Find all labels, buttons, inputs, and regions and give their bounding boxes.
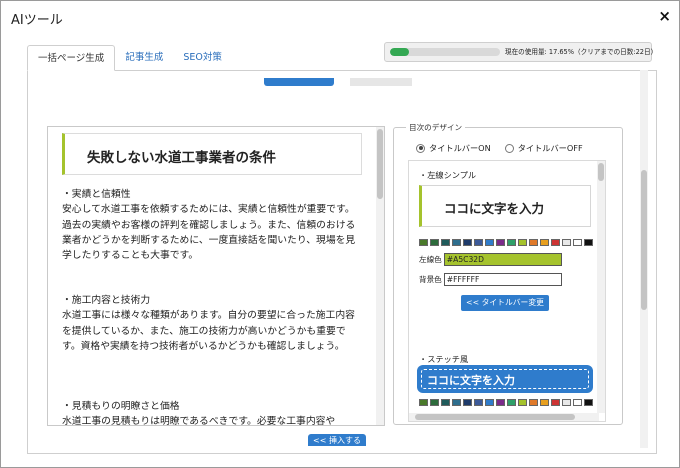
color-swatch-15[interactable] [573, 399, 582, 406]
color-swatch-11[interactable] [529, 399, 538, 406]
radio-label: タイトルバーOFF [517, 143, 583, 153]
color-swatch-5[interactable] [463, 239, 472, 246]
article-section-1: ・実績と信頼性 安心して水道工事を依頼するためには、実績と信頼性が重要です。過去… [62, 187, 358, 263]
color-swatch-2[interactable] [430, 399, 439, 406]
panel-scrollbar[interactable] [640, 70, 648, 448]
article-section-2: ・施工内容と技術力 水道工事には様々な種類があります。自分の要望に合った施工内容… [62, 293, 358, 354]
line-color-input[interactable]: #A5C32D [443, 253, 562, 266]
close-icon[interactable]: × [658, 7, 671, 25]
color-swatch-13[interactable] [551, 399, 560, 406]
color-swatch-7[interactable] [485, 399, 494, 406]
style-preview-stitch[interactable]: ココに文字を入力 [419, 367, 591, 391]
section-body: 水道工事の見積もりは明瞭であるべきです。必要な工事内容や [62, 416, 336, 426]
color-swatch-4[interactable] [452, 239, 461, 246]
style-label-left-line: ・左線シンプル [419, 170, 477, 180]
color-swatch-6[interactable] [474, 399, 483, 406]
secondary-button-partial[interactable] [350, 78, 412, 86]
color-swatch-12[interactable] [540, 399, 549, 406]
color-swatch-5[interactable] [463, 399, 472, 406]
titlebar-change-button[interactable]: << タイトルバー変更 [461, 295, 549, 311]
section-heading: ・施工内容と技術力 [62, 295, 151, 306]
panel-scrollbar-thumb[interactable] [641, 170, 647, 310]
article-editor[interactable]: 失敗しない水道工事業者の条件 ・実績と信頼性 安心して水道工事を依頼するためには… [47, 126, 385, 426]
article-scrollbar-thumb[interactable] [377, 129, 383, 199]
bg-color-row: 背景色 #FFFFFF [419, 273, 562, 286]
color-swatch-3[interactable] [441, 239, 450, 246]
tab-bar: 一括ページ生成 記事生成 SEO対策 [27, 45, 232, 71]
toc-design-fieldset: 目次のデザイン タイトルバーON タイトルバーOFF ・左線シンプル ココに文字… [393, 122, 623, 425]
insert-button[interactable]: << 挿入する [308, 434, 366, 446]
line-color-label: 左線色 [419, 255, 442, 264]
color-swatch-16[interactable] [584, 239, 593, 246]
window-title: AIツール [11, 13, 63, 28]
color-swatch-8[interactable] [496, 239, 505, 246]
usage-meter: 現在の使用量: 17.65%（クリアまでの日数:22日） [384, 42, 657, 62]
ai-tool-window: AIツール × 現在の使用量: 17.65%（クリアまでの日数:22日） 一括ペ… [0, 0, 680, 468]
color-swatch-14[interactable] [562, 239, 571, 246]
color-swatch-row [419, 399, 593, 406]
color-swatch-6[interactable] [474, 239, 483, 246]
section-body: 安心して水道工事を依頼するためには、実績と信頼性が重要です。過去の実績やお客様の… [62, 204, 356, 262]
color-swatch-12[interactable] [540, 239, 549, 246]
style-list-vscrollbar-thumb[interactable] [598, 163, 604, 181]
usage-text: 現在の使用量: 17.65%（クリアまでの日数:22日） [505, 48, 658, 56]
design-style-list: ・左線シンプル ココに文字を入力 左線色 #A5C32D 背景色 #FFFFFF… [408, 160, 606, 422]
radio-titlebar-on[interactable]: タイトルバーON [416, 142, 491, 154]
radio-unselected-icon[interactable] [504, 143, 514, 153]
color-swatch-2[interactable] [430, 239, 439, 246]
section-heading: ・見積もりの明瞭さと価格 [62, 401, 180, 412]
titlebar-radio-group: タイトルバーON タイトルバーOFF [416, 142, 583, 154]
article-title: 失敗しない水道工事業者の条件 [87, 150, 276, 166]
preview-text: ココに文字を入力 [427, 374, 515, 387]
color-swatch-10[interactable] [518, 239, 527, 246]
color-swatch-1[interactable] [419, 399, 428, 406]
article-scrollbar[interactable] [376, 127, 384, 425]
style-list-hscrollbar-thumb[interactable] [415, 414, 575, 420]
color-swatch-10[interactable] [518, 399, 527, 406]
color-swatch-row [419, 239, 593, 246]
style-label-stitch: ・ステッチ風 [419, 354, 469, 364]
radio-titlebar-off[interactable]: タイトルバーOFF [504, 142, 583, 154]
toc-design-legend: 目次のデザイン [406, 122, 466, 133]
color-swatch-9[interactable] [507, 239, 516, 246]
tab-bulk-page-generation[interactable]: 一括ページ生成 [27, 45, 116, 71]
section-body: 水道工事には様々な種類があります。自分の要望に合った施工内容を提供しているか、ま… [62, 310, 355, 352]
bg-color-label: 背景色 [419, 275, 442, 284]
color-swatch-11[interactable] [529, 239, 538, 246]
usage-progress-fill [390, 48, 410, 56]
style-preview-left-line[interactable]: ココに文字を入力 [419, 185, 591, 227]
article-section-3: ・見積もりの明瞭さと価格 水道工事の見積もりは明瞭であるべきです。必要な工事内容… [62, 399, 358, 426]
article-title-box: 失敗しない水道工事業者の条件 [62, 133, 362, 175]
color-swatch-13[interactable] [551, 239, 560, 246]
color-swatch-14[interactable] [562, 399, 571, 406]
style-list-vscrollbar[interactable] [597, 161, 605, 413]
color-swatch-1[interactable] [419, 239, 428, 246]
usage-progress-bar [390, 48, 500, 56]
tab-seo[interactable]: SEO対策 [173, 45, 232, 71]
tab-article-generation[interactable]: 記事生成 [115, 45, 173, 71]
color-swatch-15[interactable] [573, 239, 582, 246]
line-color-row: 左線色 #A5C32D [419, 253, 562, 266]
style-list-hscrollbar[interactable] [409, 413, 599, 421]
color-swatch-16[interactable] [584, 399, 593, 406]
generate-button-partial[interactable] [264, 78, 334, 86]
color-swatch-7[interactable] [485, 239, 494, 246]
bg-color-input[interactable]: #FFFFFF [443, 273, 562, 286]
radio-label: タイトルバーON [429, 143, 491, 153]
color-swatch-4[interactable] [452, 399, 461, 406]
radio-selected-icon[interactable] [416, 143, 425, 153]
section-heading: ・実績と信頼性 [62, 189, 131, 200]
color-swatch-8[interactable] [496, 399, 505, 406]
color-swatch-3[interactable] [441, 399, 450, 406]
preview-text: ココに文字を入力 [444, 201, 545, 216]
color-swatch-9[interactable] [507, 399, 516, 406]
